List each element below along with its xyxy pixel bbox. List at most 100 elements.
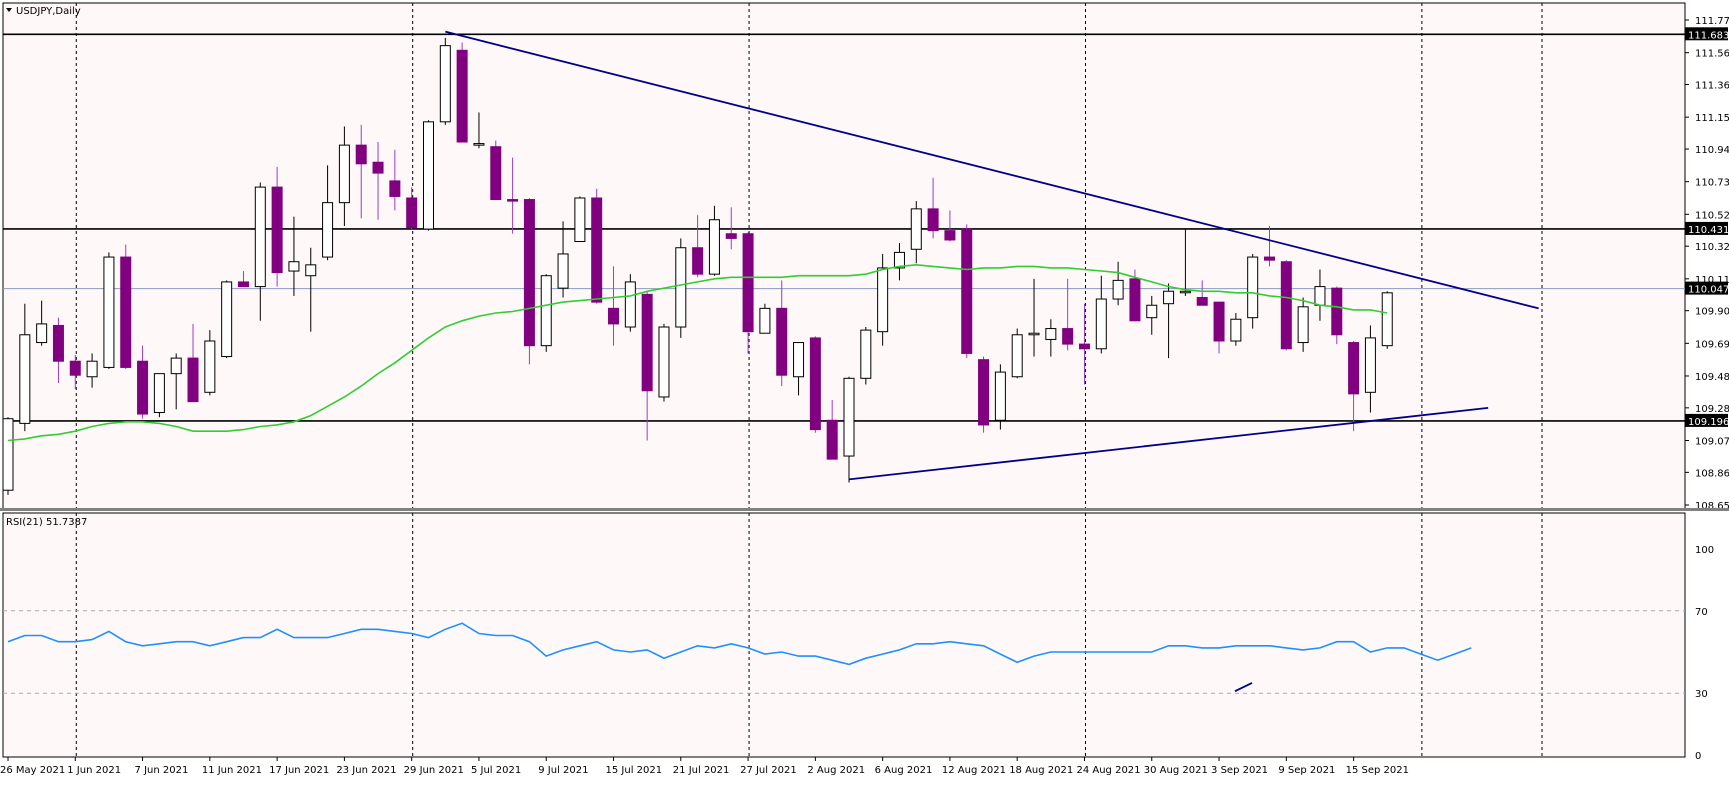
candle[interactable] bbox=[675, 238, 687, 338]
candle[interactable] bbox=[490, 140, 502, 201]
candle-body bbox=[708, 219, 720, 275]
candle-body bbox=[759, 307, 771, 334]
candle-body bbox=[1095, 298, 1107, 350]
price-tick-label: 109.070 bbox=[1695, 436, 1729, 447]
candle-body bbox=[170, 357, 182, 375]
candle-body bbox=[1280, 261, 1292, 350]
chart-window: 111.775 111.565 111.360 111.150 110.945 110.7… bbox=[0, 0, 1729, 781]
time-tick-label: 17 Jun 2021 bbox=[269, 765, 329, 776]
candle[interactable] bbox=[1247, 253, 1259, 329]
time-tick-label: 29 Jun 2021 bbox=[404, 765, 464, 776]
price-tick-label: 111.565 bbox=[1695, 49, 1729, 60]
chart-title: USDJPY,Daily bbox=[16, 6, 81, 17]
level-price-label: 109.196 bbox=[1688, 417, 1729, 428]
candle-body bbox=[1348, 342, 1360, 395]
candle[interactable] bbox=[658, 323, 670, 402]
candle[interactable] bbox=[860, 327, 872, 385]
candle[interactable] bbox=[1280, 260, 1292, 351]
candle-body bbox=[52, 324, 64, 362]
candle-body bbox=[69, 360, 81, 376]
candle[interactable] bbox=[153, 373, 165, 418]
time-tick-label: 11 Jun 2021 bbox=[202, 765, 262, 776]
candle-body bbox=[961, 228, 973, 354]
candle-body bbox=[305, 264, 317, 277]
candle-body bbox=[153, 373, 165, 414]
candle-body bbox=[439, 45, 451, 123]
level-price-label: 110.431 bbox=[1688, 225, 1729, 236]
candle-body bbox=[1078, 343, 1090, 350]
candle[interactable] bbox=[456, 42, 468, 143]
candle-body bbox=[2, 418, 14, 491]
candle[interactable] bbox=[978, 356, 990, 433]
time-tick-label: 9 Sep 2021 bbox=[1278, 765, 1335, 776]
candle-body bbox=[675, 247, 687, 328]
candle-body bbox=[608, 307, 620, 325]
candle-body bbox=[692, 247, 704, 275]
candle[interactable] bbox=[759, 303, 771, 334]
candle-body bbox=[776, 307, 788, 376]
candle-body bbox=[910, 208, 922, 250]
level-price-label: 110.047 bbox=[1688, 285, 1729, 296]
candle-body bbox=[742, 233, 754, 333]
rsi-plot-area bbox=[2, 512, 1686, 758]
candle-body bbox=[1163, 290, 1175, 305]
candle[interactable] bbox=[439, 37, 451, 125]
time-tick-label: 6 Aug 2021 bbox=[875, 765, 933, 776]
price-tick-label: 110.735 bbox=[1695, 178, 1729, 189]
candle-body bbox=[523, 199, 535, 347]
candle[interactable] bbox=[574, 196, 586, 243]
price-tick-label: 109.905 bbox=[1695, 307, 1729, 318]
candle-body bbox=[641, 293, 653, 392]
candle-body bbox=[1045, 328, 1057, 340]
candle[interactable] bbox=[2, 417, 14, 495]
candle-body bbox=[1314, 286, 1326, 306]
candle-body bbox=[927, 208, 939, 232]
candle-body bbox=[204, 340, 216, 393]
candle-body bbox=[1011, 334, 1023, 378]
candle[interactable] bbox=[994, 364, 1006, 430]
candle-body bbox=[507, 199, 519, 202]
candle-body bbox=[994, 371, 1006, 421]
candle-body bbox=[187, 357, 199, 403]
candle-body bbox=[237, 281, 249, 288]
time-tick-label: 3 Sep 2021 bbox=[1211, 765, 1268, 776]
candle-body bbox=[574, 197, 586, 243]
candle[interactable] bbox=[1011, 328, 1023, 379]
price-tick-label: 109.485 bbox=[1695, 372, 1729, 383]
candle-body bbox=[389, 180, 401, 197]
candle-body bbox=[1028, 332, 1040, 336]
candle[interactable] bbox=[624, 274, 636, 332]
time-tick-label: 30 Aug 2021 bbox=[1144, 765, 1208, 776]
candle-body bbox=[658, 326, 670, 398]
candle[interactable] bbox=[877, 253, 889, 346]
candle[interactable] bbox=[221, 280, 233, 359]
candle[interactable] bbox=[523, 197, 535, 365]
candle-body bbox=[591, 197, 603, 303]
time-tick-label: 24 Aug 2021 bbox=[1076, 765, 1140, 776]
candle[interactable] bbox=[540, 274, 552, 352]
candle-body bbox=[1331, 287, 1343, 336]
candle-body bbox=[456, 49, 468, 143]
candle[interactable] bbox=[591, 188, 603, 304]
candle-body bbox=[877, 267, 889, 333]
candle-body bbox=[1112, 279, 1124, 300]
candle[interactable] bbox=[961, 224, 973, 359]
time-tick-label: 21 Jul 2021 bbox=[673, 765, 730, 776]
chart-canvas[interactable]: 111.775 111.565 111.360 111.150 110.945 110.7… bbox=[0, 0, 1729, 781]
time-tick-label: 5 Jul 2021 bbox=[471, 765, 521, 776]
candle-body bbox=[322, 202, 334, 258]
candle[interactable] bbox=[423, 120, 434, 231]
price-tick-label: 111.360 bbox=[1695, 81, 1729, 92]
candle-body bbox=[473, 143, 485, 146]
time-tick-label: 9 Jul 2021 bbox=[538, 765, 588, 776]
candle-body bbox=[978, 359, 990, 426]
candle-body bbox=[120, 256, 132, 368]
candle-body bbox=[540, 275, 552, 347]
candle[interactable] bbox=[120, 244, 132, 369]
time-tick-label: 2 Aug 2021 bbox=[807, 765, 865, 776]
rsi-tick-label: 0 bbox=[1695, 751, 1701, 762]
candle[interactable] bbox=[809, 336, 821, 433]
candle[interactable] bbox=[103, 252, 115, 369]
candle[interactable] bbox=[1381, 291, 1393, 349]
candle-body bbox=[557, 253, 569, 289]
